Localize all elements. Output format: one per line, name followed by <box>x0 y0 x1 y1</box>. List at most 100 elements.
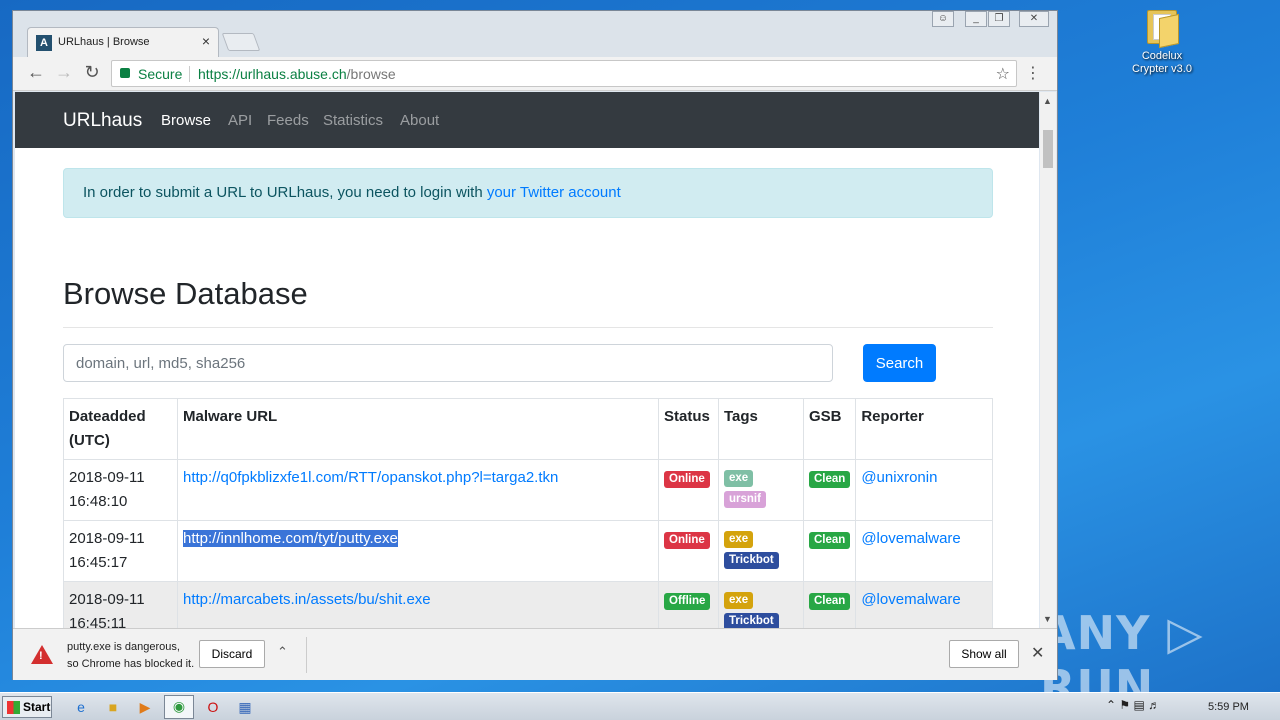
table-header-row: Dateadded (UTC) Malware URL Status Tags … <box>63 398 993 460</box>
address-url: https://urlhaus.abuse.ch/browse <box>198 66 396 82</box>
start-button[interactable]: Start <box>2 696 52 718</box>
col-status: Status <box>658 398 719 460</box>
reporter-link[interactable]: @lovemalware <box>861 591 960 608</box>
malware-url-link[interactable]: http://innlhome.com/tyt/putty.exe <box>183 530 398 547</box>
opera-icon[interactable]: O <box>202 697 224 717</box>
close-download-bar-icon[interactable]: ✕ <box>1031 643 1044 663</box>
date-cell: 2018-09-11 16:45:17 <box>63 520 178 582</box>
divider <box>63 327 993 328</box>
restore-button[interactable]: ❐ <box>988 11 1010 27</box>
scroll-down-icon[interactable]: ▼ <box>1043 614 1052 624</box>
alert-text: In order to submit a URL to URLhaus, you… <box>83 184 487 201</box>
site-brand[interactable]: URLhaus <box>63 110 142 132</box>
search-button[interactable]: Search <box>863 344 936 382</box>
back-arrow-icon[interactable]: ← <box>25 62 47 83</box>
twitter-account-link[interactable]: your Twitter account <box>487 184 621 201</box>
page-scrollbar[interactable]: ▲ ▼ <box>1040 92 1056 628</box>
gsb-cell: Clean <box>802 581 857 628</box>
col-malware-url: Malware URL <box>177 398 659 460</box>
site-navbar: URLhaus Browse API Feeds Statistics Abou… <box>15 92 1039 148</box>
chevron-up-icon[interactable]: ⌃ <box>277 644 288 660</box>
reporter-cell: @lovemalware <box>855 520 993 582</box>
reporter-cell: @lovemalware <box>855 581 993 628</box>
nav-about[interactable]: About <box>400 112 439 129</box>
col-tags: Tags <box>718 398 804 460</box>
reload-icon[interactable]: ↻ <box>81 62 103 83</box>
taskbar: Start e ■ ▶ ◉ O ▦ ⌃ ⚑ ▤ ♬ 5:59 PM <box>0 692 1280 720</box>
app-taskbar-icon[interactable]: ▦ <box>234 697 256 717</box>
browser-toolbar: ← → ↻ Secure https://urlhaus.abuse.ch/br… <box>13 57 1057 91</box>
status-cell: Offline <box>658 581 719 628</box>
tab-close-icon[interactable]: × <box>202 33 210 49</box>
clock: 5:59 PM <box>1208 701 1249 713</box>
desktop-icon-codelux[interactable]: Codelux Crypter v3.0 <box>1122 6 1202 76</box>
secure-label: Secure <box>138 66 183 82</box>
table-row: 2018-09-11 16:48:10 http://q0fpkblizxfe1l… <box>63 459 993 521</box>
desktop-icon-label-2: Crypter v3.0 <box>1132 63 1192 75</box>
urlhaus-favicon-icon: A <box>36 35 52 51</box>
download-bar: ! putty.exe is dangerous, so Chrome has … <box>13 628 1057 680</box>
download-warning: putty.exe is dangerous, so Chrome has bl… <box>67 641 195 670</box>
table-row: 2018-09-11 16:45:17 http://innlhome.com/t… <box>63 520 993 582</box>
tab-strip: A URLhaus | Browse × ☺ _ ❐ ✕ <box>13 11 1057 57</box>
nav-api[interactable]: API <box>228 112 252 129</box>
tag-badge[interactable]: ursnif <box>724 491 766 508</box>
tags-cell: exe Trickbot <box>718 520 804 582</box>
folder-icon <box>1145 6 1179 49</box>
scroll-thumb[interactable] <box>1043 130 1053 168</box>
minimize-button[interactable]: _ <box>965 11 987 27</box>
gsb-badge: Clean <box>809 532 851 549</box>
gsb-cell: Clean <box>802 520 857 582</box>
gsb-badge: Clean <box>809 593 851 610</box>
chrome-menu-icon[interactable]: ⋮ <box>1025 63 1041 83</box>
close-window-button[interactable]: ✕ <box>1019 11 1049 27</box>
internet-explorer-icon[interactable]: e <box>70 697 92 717</box>
tags-cell: exe Trickbot <box>718 581 804 628</box>
address-bar[interactable]: Secure https://urlhaus.abuse.ch/browse ☆ <box>111 60 1017 87</box>
tag-badge[interactable]: exe <box>724 470 754 487</box>
show-all-button[interactable]: Show all <box>949 640 1019 668</box>
nav-statistics[interactable]: Statistics <box>323 112 383 129</box>
tag-badge[interactable]: exe <box>724 531 754 548</box>
discard-button[interactable]: Discard <box>199 640 265 668</box>
tag-badge[interactable]: Trickbot <box>724 613 779 628</box>
status-badge: Online <box>664 532 710 549</box>
tab-title: URLhaus | Browse <box>58 36 150 48</box>
search-input[interactable] <box>63 344 833 382</box>
reporter-link[interactable]: @unixronin <box>861 469 937 486</box>
status-badge: Online <box>664 471 710 488</box>
lock-icon <box>120 68 130 78</box>
malware-table: Dateadded (UTC) Malware URL Status Tags … <box>63 398 993 628</box>
malware-url-link[interactable]: http://marcabets.in/assets/bu/shit.exe <box>183 591 431 608</box>
chrome-taskbar-icon[interactable]: ◉ <box>164 695 194 719</box>
tags-cell: exe ursnif <box>718 459 804 521</box>
forward-arrow-icon[interactable]: → <box>53 62 75 83</box>
login-alert: In order to submit a URL to URLhaus, you… <box>63 168 993 218</box>
new-tab-button[interactable] <box>221 33 261 51</box>
explorer-folder-icon[interactable]: ■ <box>102 697 124 717</box>
date-cell: 2018-09-11 16:48:10 <box>63 459 178 521</box>
bookmark-star-icon[interactable]: ☆ <box>996 64 1010 84</box>
browser-tab[interactable]: A URLhaus | Browse × <box>27 27 219 57</box>
system-tray[interactable]: ⌃ ⚑ ▤ ♬ <box>1106 698 1160 712</box>
url-cell: http://innlhome.com/tyt/putty.exe <box>177 520 659 582</box>
url-cell: http://marcabets.in/assets/bu/shit.exe <box>177 581 659 628</box>
nav-feeds[interactable]: Feeds <box>267 112 309 129</box>
status-badge: Offline <box>664 593 711 610</box>
table-row: 2018-09-11 16:45:11 http://marcabets.in/a… <box>63 581 993 628</box>
col-gsb: GSB <box>802 398 857 460</box>
col-dateadded: Dateadded (UTC) <box>63 398 178 460</box>
desktop-icon-label-1: Codelux <box>1141 50 1183 62</box>
malware-url-link[interactable]: http://q0fpkblizxfe1l.com/RTT/opanskot.p… <box>183 469 558 486</box>
status-cell: Online <box>658 520 719 582</box>
tag-badge[interactable]: exe <box>724 592 754 609</box>
reporter-link[interactable]: @lovemalware <box>861 530 960 547</box>
profile-icon[interactable]: ☺ <box>932 11 954 27</box>
scroll-up-icon[interactable]: ▲ <box>1043 96 1052 106</box>
nav-browse[interactable]: Browse <box>161 112 211 129</box>
page-viewport: URLhaus Browse API Feeds Statistics Abou… <box>15 92 1039 628</box>
media-player-icon[interactable]: ▶ <box>134 697 156 717</box>
page-title: Browse Database <box>63 276 308 311</box>
tag-badge[interactable]: Trickbot <box>724 552 779 569</box>
reporter-cell: @unixronin <box>855 459 993 521</box>
